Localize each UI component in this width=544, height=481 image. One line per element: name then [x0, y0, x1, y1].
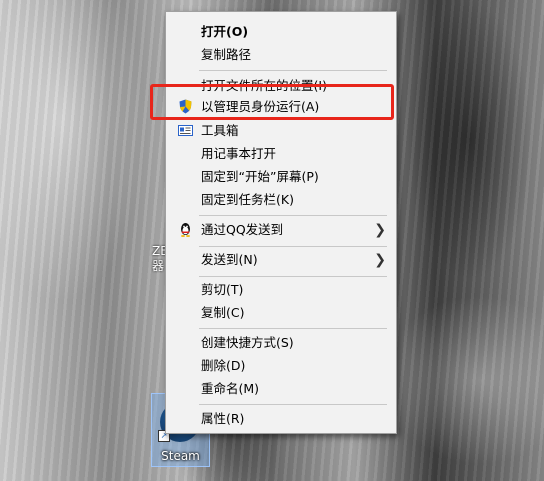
menu-item-label: 复制路径 — [201, 47, 252, 62]
chevron-right-icon: ❯ — [374, 252, 386, 268]
menu-item-label: 发送到(N) — [201, 252, 258, 267]
toolbox-icon — [178, 123, 193, 138]
menu-item-open[interactable]: 打开(O) — [166, 21, 396, 43]
menu-item-label: 剪切(T) — [201, 282, 244, 297]
menu-item-label: 工具箱 — [201, 123, 239, 138]
menu-item-label: 删除(D) — [201, 358, 246, 373]
menu-separator — [199, 246, 387, 247]
menu-separator — [199, 404, 387, 405]
menu-item-delete[interactable]: 删除(D) — [166, 355, 396, 377]
menu-item-cut[interactable]: 剪切(T) — [166, 279, 396, 301]
menu-item-label: 重命名(M) — [201, 381, 260, 396]
annotation-highlight-box — [150, 84, 394, 120]
menu-item-toolbox[interactable]: 工具箱 — [166, 120, 396, 142]
menu-separator — [199, 328, 387, 329]
steam-label: Steam — [161, 449, 200, 463]
menu-item-copy-path[interactable]: 复制路径 — [166, 44, 396, 66]
menu-separator — [199, 215, 387, 216]
menu-item-label: 属性(R) — [201, 411, 245, 426]
menu-item-send-via-qq[interactable]: 通过QQ发送到 ❯ — [166, 219, 396, 241]
menu-item-properties[interactable]: 属性(R) — [166, 408, 396, 430]
menu-item-label: 创建快捷方式(S) — [201, 335, 294, 350]
menu-item-copy[interactable]: 复制(C) — [166, 302, 396, 324]
menu-item-label: 打开(O) — [201, 24, 249, 39]
menu-item-open-with-notepad[interactable]: 用记事本打开 — [166, 143, 396, 165]
menu-item-rename[interactable]: 重命名(M) — [166, 378, 396, 400]
context-menu: 打开(O) 复制路径 打开文件所在的位置(I) 以管理员身份运行(A) 工具箱 … — [165, 11, 397, 434]
menu-item-label: 固定到“开始”屏幕(P) — [201, 169, 319, 184]
menu-item-pin-to-start[interactable]: 固定到“开始”屏幕(P) — [166, 166, 396, 188]
menu-item-label: 复制(C) — [201, 305, 245, 320]
menu-item-send-to[interactable]: 发送到(N) ❯ — [166, 249, 396, 271]
qq-penguin-icon — [178, 222, 193, 237]
menu-item-label: 固定到任务栏(K) — [201, 192, 294, 207]
menu-item-label: 用记事本打开 — [201, 146, 277, 161]
menu-separator — [199, 276, 387, 277]
menu-separator — [199, 70, 387, 71]
menu-item-pin-to-taskbar[interactable]: 固定到任务栏(K) — [166, 189, 396, 211]
menu-item-create-shortcut[interactable]: 创建快捷方式(S) — [166, 332, 396, 354]
chevron-right-icon: ❯ — [374, 222, 386, 238]
menu-item-label: 通过QQ发送到 — [201, 222, 284, 237]
